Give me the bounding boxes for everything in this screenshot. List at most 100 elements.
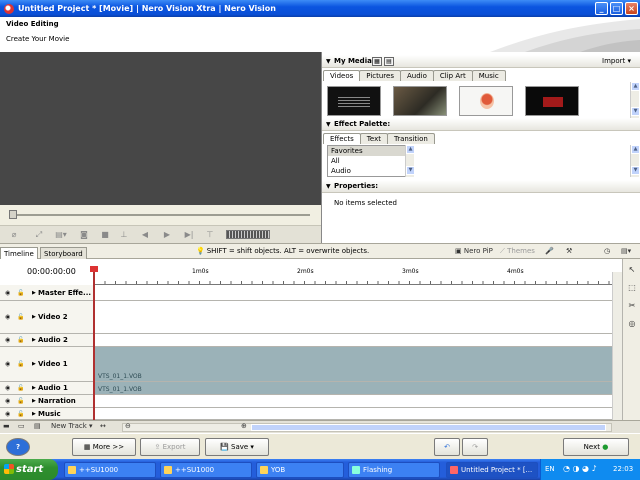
media-thumbnail[interactable]: [525, 86, 579, 116]
scrubber-handle[interactable]: [9, 210, 17, 219]
expand-triangle-icon[interactable]: ▶: [32, 398, 36, 404]
expand-triangle-icon[interactable]: ▶: [32, 290, 36, 296]
nero-pip-button[interactable]: ▣ Nero PiP: [455, 247, 493, 255]
expand-triangle-icon[interactable]: ▶: [32, 337, 36, 343]
snapshot-icon[interactable]: ◙: [78, 229, 90, 240]
collapse-triangle-icon[interactable]: ▼: [326, 180, 331, 193]
track-music[interactable]: ◉ 🔓 ▶ Music: [0, 408, 612, 420]
expand-triangle-icon[interactable]: ▶: [32, 314, 36, 320]
lock-icon[interactable]: 🔓: [17, 314, 24, 321]
more-button[interactable]: ▦ More >>: [72, 438, 136, 456]
grid-view-icon[interactable]: ▦: [372, 57, 382, 66]
my-media-header[interactable]: ▼ My Media ▦ ▤ Import ▾: [322, 55, 640, 68]
scrollbar-thumb[interactable]: [251, 424, 606, 431]
collapse-triangle-icon[interactable]: ▼: [326, 55, 331, 68]
lock-icon[interactable]: 🔓: [17, 410, 24, 417]
track-narration[interactable]: ◉ 🔓 ▶ Narration: [0, 395, 612, 408]
speaker-icon[interactable]: ◉: [5, 337, 10, 344]
taskbar-item[interactable]: YOB: [256, 462, 344, 478]
effect-list-scrollbar[interactable]: ▲ ▼: [405, 145, 415, 177]
minimize-button[interactable]: _: [595, 2, 608, 15]
zoom-in-icon[interactable]: ⊕: [241, 422, 247, 430]
play-icon[interactable]: ▶: [161, 229, 173, 240]
playhead[interactable]: [93, 266, 95, 420]
maximize-button[interactable]: □: [610, 2, 623, 15]
collapse-triangle-icon[interactable]: ▼: [326, 118, 331, 131]
taskbar-item[interactable]: Flashing: [348, 462, 440, 478]
scroll-down-icon[interactable]: ▼: [631, 166, 640, 175]
track-video-2[interactable]: ◉ 🔓 ▶ Video 2: [0, 301, 612, 334]
fit-icon[interactable]: ↔: [100, 422, 106, 430]
media-scrollbar[interactable]: ▲ ▼: [630, 82, 640, 118]
tab-pictures[interactable]: Pictures: [359, 70, 401, 81]
lock-icon[interactable]: 🔓: [17, 385, 24, 392]
tab-audio[interactable]: Audio: [400, 70, 434, 81]
effect-category-list[interactable]: Favorites All Audio: [327, 145, 410, 177]
speaker-icon[interactable]: ◉: [5, 398, 10, 405]
list-item[interactable]: Favorites: [328, 146, 409, 156]
audio-clip[interactable]: VTS_01_1.VOB: [95, 382, 612, 394]
scroll-down-icon[interactable]: ▼: [406, 166, 415, 175]
next-frame-icon[interactable]: ▶|: [183, 229, 195, 240]
tab-effects[interactable]: Effects: [323, 133, 361, 144]
pointer-tool-icon[interactable]: ↖: [625, 263, 639, 277]
eye-icon[interactable]: ◉: [5, 289, 10, 296]
timeline-horizontal-scrollbar[interactable]: ⊖ ⊕: [122, 422, 612, 432]
save-button[interactable]: 💾 Save ▾: [205, 438, 269, 456]
magnet-icon[interactable]: ◎: [625, 317, 639, 331]
scroll-up-icon[interactable]: ▲: [406, 145, 415, 154]
stop-icon[interactable]: ■: [99, 229, 111, 240]
themes-button[interactable]: ⟋ Themes: [500, 247, 535, 256]
import-dropdown[interactable]: Import ▾: [602, 55, 631, 68]
eye-icon[interactable]: ◉: [5, 314, 10, 321]
taskbar-item[interactable]: Untitled Project * [...: [446, 462, 538, 478]
lock-icon[interactable]: 🔓: [17, 361, 24, 368]
media-thumbnail[interactable]: [393, 86, 447, 116]
list-view-icon[interactable]: ▤: [384, 57, 394, 66]
scroll-up-icon[interactable]: ▲: [631, 82, 640, 91]
clock-icon[interactable]: ◷: [604, 247, 610, 255]
tray-icons[interactable]: ◔ ◑ ◕ ♪: [563, 464, 597, 473]
wizard-icon[interactable]: ⚒: [566, 247, 572, 255]
volume-meter[interactable]: [226, 230, 270, 239]
track-audio-1[interactable]: ◉ 🔓 ▶ Audio 1 VTS_01_1.VOB: [0, 382, 612, 395]
mark-out-icon[interactable]: ⊤: [204, 229, 216, 240]
tab-transition[interactable]: Transition: [386, 133, 435, 144]
undo-button[interactable]: ↶: [434, 438, 460, 456]
track-menu-icon[interactable]: ▤: [34, 422, 41, 430]
video-preview[interactable]: [0, 52, 321, 205]
scroll-up-icon[interactable]: ▲: [631, 145, 640, 154]
tab-clip-art[interactable]: Clip Art: [432, 70, 473, 81]
expand-triangle-icon[interactable]: ▶: [32, 361, 36, 367]
scroll-down-icon[interactable]: ▼: [631, 107, 640, 116]
speaker-icon[interactable]: ◉: [5, 385, 10, 392]
start-button[interactable]: start: [0, 459, 58, 480]
select-tool-icon[interactable]: ⬚: [625, 281, 639, 295]
link-icon[interactable]: ⌀: [8, 229, 20, 240]
list-item[interactable]: All: [328, 156, 409, 166]
speaker-icon[interactable]: ◉: [5, 410, 10, 417]
view-mode-icon[interactable]: ▭: [18, 422, 25, 430]
microphone-icon[interactable]: 🎤: [545, 247, 554, 255]
expand-triangle-icon[interactable]: ▶: [32, 385, 36, 391]
window-titlebar[interactable]: Untitled Project * [Movie] | Nero Vision…: [0, 0, 640, 17]
effect-grid-scrollbar[interactable]: ▲ ▼: [630, 145, 640, 177]
tab-music[interactable]: Music: [471, 70, 506, 81]
prev-frame-icon[interactable]: ◀: [139, 229, 151, 240]
new-track-dropdown[interactable]: New Track ▾: [51, 422, 93, 430]
track-master-effects[interactable]: ◉ 🔓 ▶ Master Effe...: [0, 285, 612, 301]
fullscreen-icon[interactable]: ⤢: [33, 229, 45, 240]
scissors-icon[interactable]: ✂: [625, 299, 639, 313]
export-button[interactable]: ⇪ Export: [140, 438, 200, 456]
mark-in-icon[interactable]: ⊥: [118, 229, 130, 240]
eye-icon[interactable]: ◉: [5, 361, 10, 368]
properties-header[interactable]: ▼ Properties:: [322, 180, 640, 193]
expand-triangle-icon[interactable]: ▶: [32, 411, 36, 417]
zoom-out-icon[interactable]: ⊖: [125, 422, 131, 430]
effect-palette-header[interactable]: ▼ Effect Palette:: [322, 118, 640, 131]
next-button[interactable]: Next ●: [563, 438, 629, 456]
media-thumbnail[interactable]: [327, 86, 381, 116]
lock-icon[interactable]: 🔓: [17, 398, 24, 405]
view-mode-icon[interactable]: ▬: [3, 422, 10, 430]
timeline-vertical-scrollbar[interactable]: [612, 272, 622, 420]
